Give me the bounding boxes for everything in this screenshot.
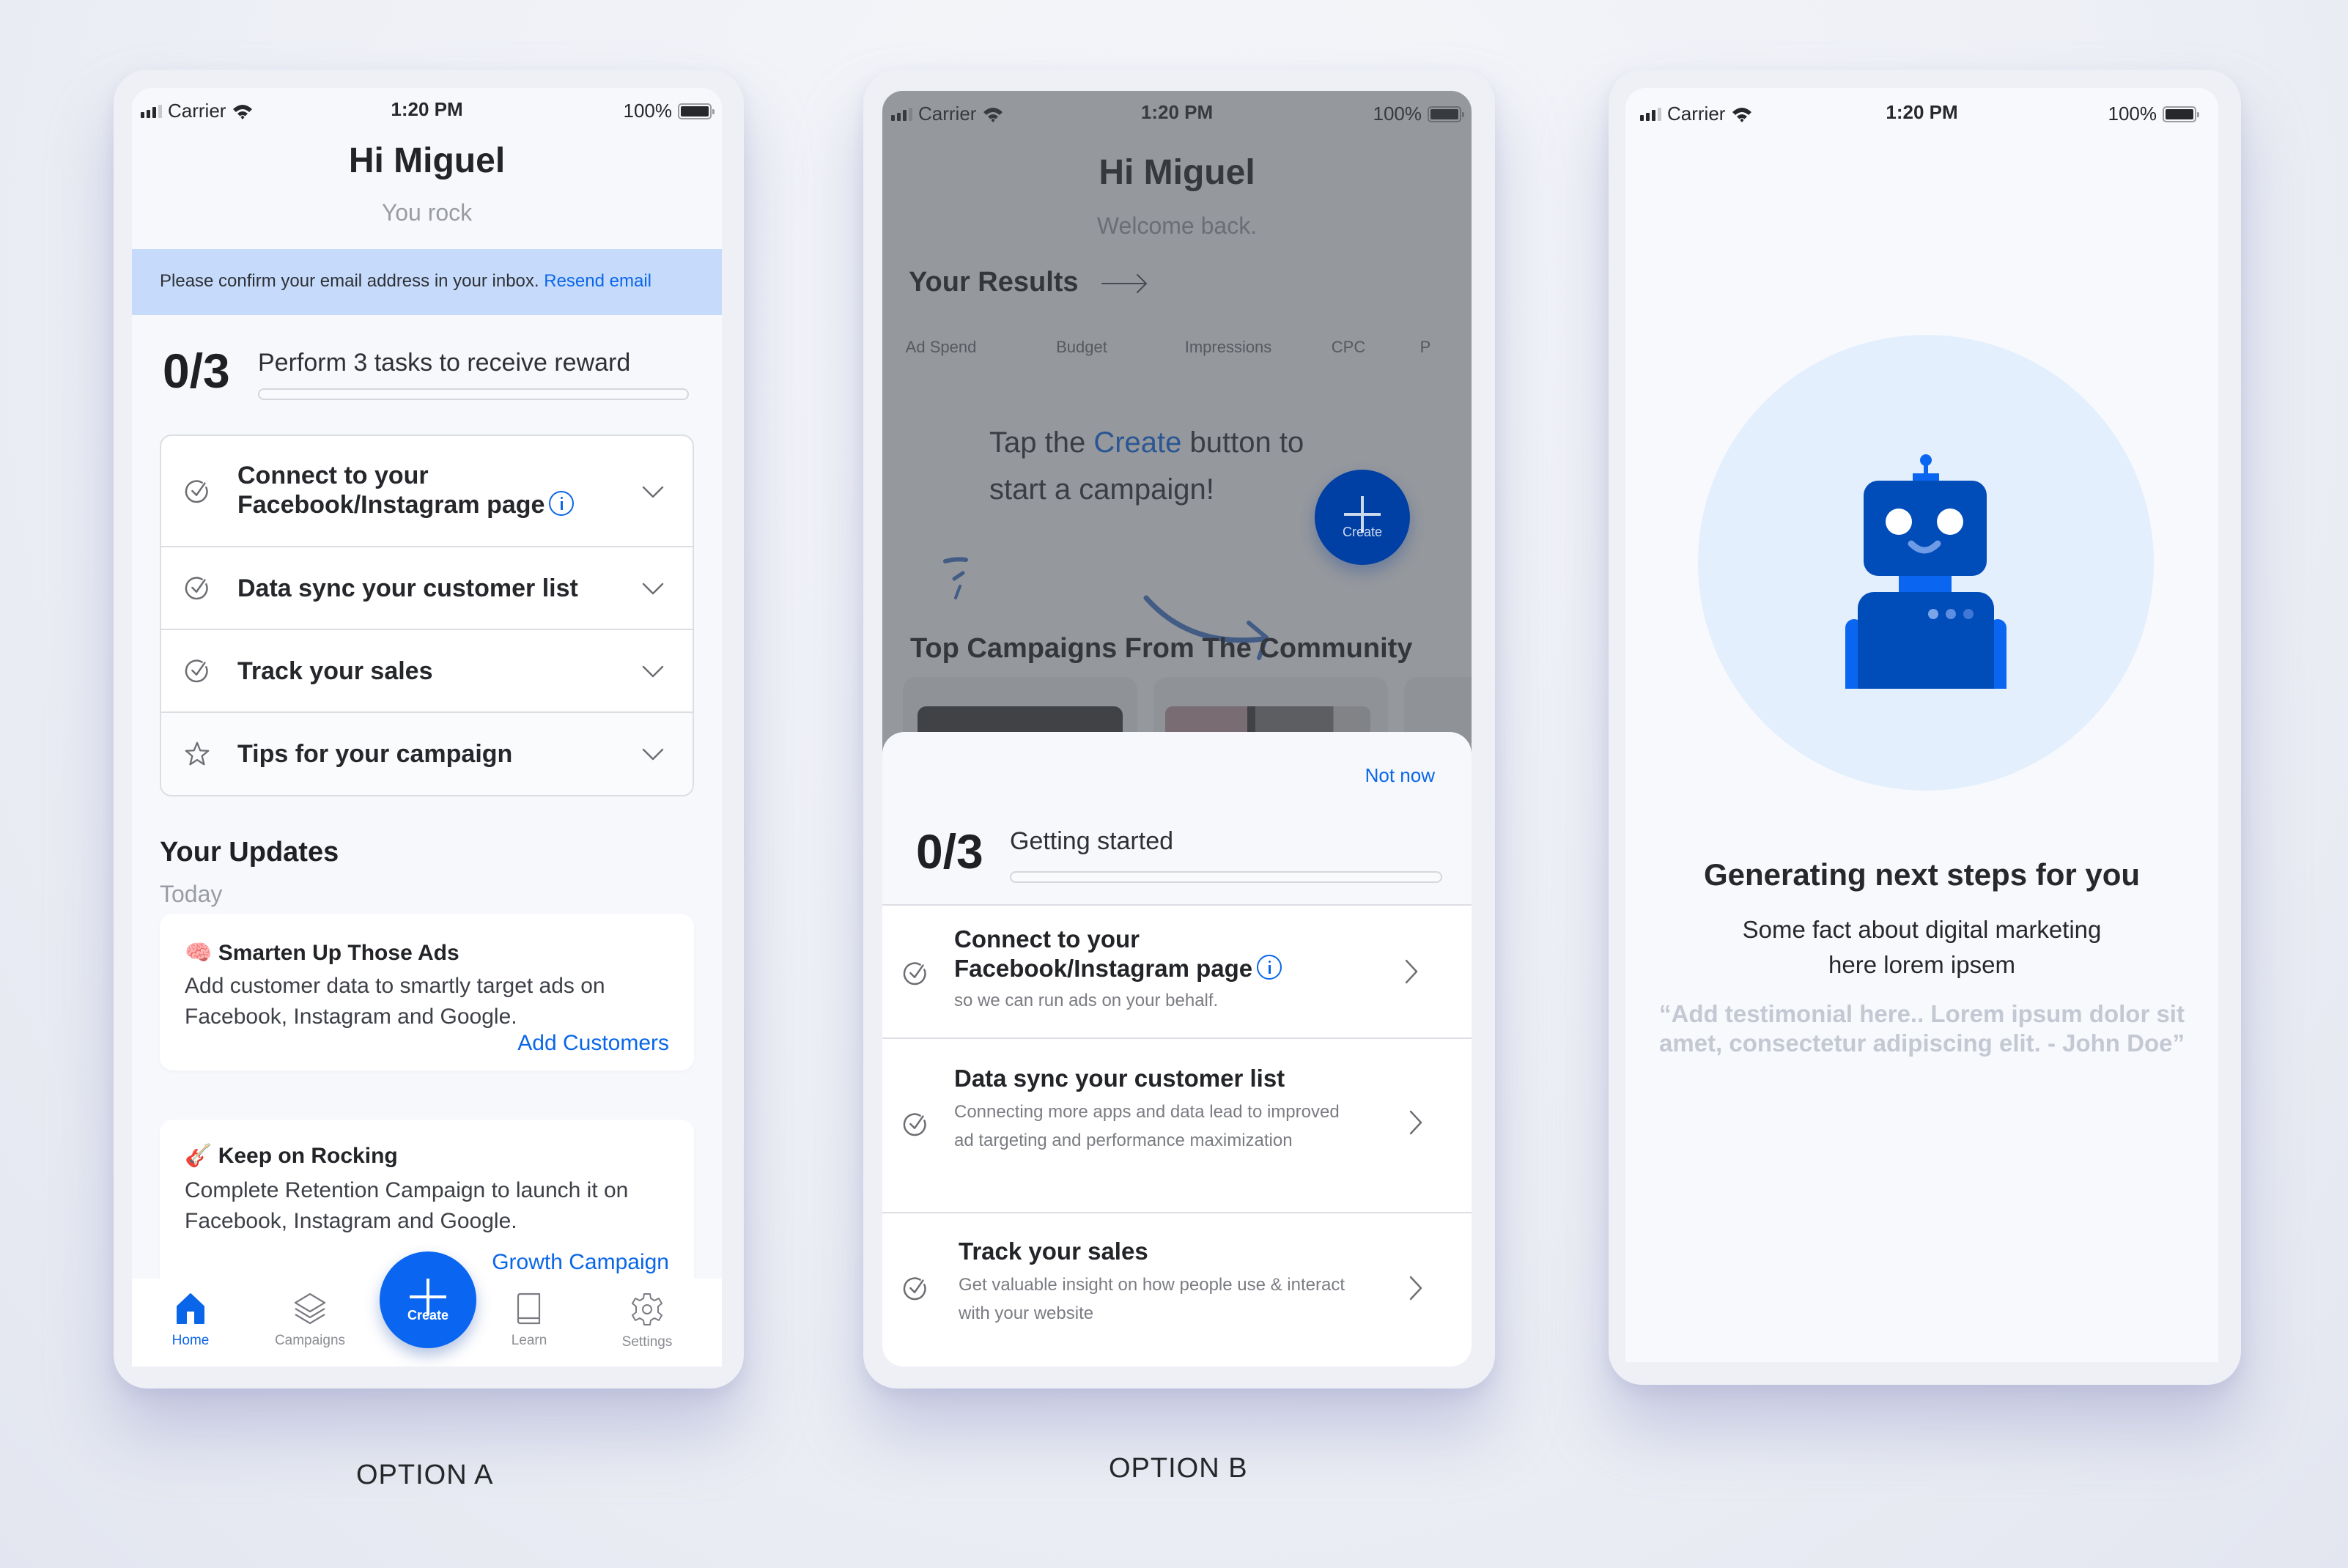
check-circle-icon [183,657,211,685]
phone-screen-option-b: Carrier 1:20 PM 100% Hi Miguel Welcome b… [882,91,1472,1367]
task-description: Get valuable insight on how people use &… [959,1275,1345,1323]
battery-icon [2163,106,2199,122]
getting-started-sheet: Not now 0/3 Getting started Connect to y… [882,732,1472,1367]
testimonial-quote: “Add testimonial here.. Lorem ipsum dolo… [1659,1000,2185,1057]
progress-bar [258,388,689,400]
chevron-right-icon[interactable] [1407,1275,1425,1301]
info-icon[interactable] [549,491,575,517]
robot-icon [1845,454,2006,689]
check-circle-icon [901,1275,929,1303]
chevron-down-icon[interactable] [641,742,665,766]
task-title: Track your sales [959,1238,1148,1265]
task-row-connect[interactable]: Connect to your Facebook/Instagram page [161,436,693,547]
progress-label: Getting started [1010,827,1174,855]
update-card-title: Smarten Up Those Ads [218,941,459,965]
not-now-button[interactable]: Not now [1365,764,1435,787]
chevron-right-icon[interactable] [1403,958,1420,985]
task-title-line1: Connect to your [954,925,1140,953]
chevron-down-icon[interactable] [641,480,665,503]
updates-date: Today [160,881,223,907]
progress-count: 0/3 [163,344,230,398]
layers-icon [294,1293,326,1325]
check-circle-icon [183,478,211,506]
update-card-body: Add customer data to smartly target ads … [185,974,605,1029]
task-title: Data sync your customer list [237,574,578,602]
task-row-track-sales[interactable]: Track your sales Get valuable insight on… [882,1212,1472,1367]
brain-icon: 🧠 [185,941,213,965]
battery-percent: 100% [2108,103,2157,125]
greeting-subtitle: You rock [381,199,473,226]
tab-label: Settings [621,1334,673,1350]
task-list: Connect to your Facebook/Instagram page … [160,434,694,796]
chevron-right-icon[interactable] [1407,1109,1425,1136]
chevron-down-icon[interactable] [641,659,665,683]
tab-label: Learn [511,1333,547,1348]
updates-heading: Your Updates [160,837,339,868]
progress-count: 0/3 [916,824,983,879]
task-row-track-sales[interactable]: Track your sales [161,630,693,713]
status-bar: Carrier 1:20 PM 100% [132,88,722,132]
task-title: Tips for your campaign [237,740,513,768]
growth-campaign-link[interactable]: Growth Campaign [492,1250,669,1275]
generating-heading: Generating next steps for you [1703,857,2141,892]
update-card: 🧠 Smarten Up Those Ads Add customer data… [160,914,694,1070]
greeting-title: Hi Miguel [348,141,506,180]
check-circle-icon [183,574,211,602]
phone-screen-option-a: Carrier 1:20 PM 100% Hi Miguel You rock … [132,88,722,1367]
task-row-data-sync[interactable]: Data sync your customer list [161,547,693,630]
tab-learn[interactable]: Learn [485,1292,573,1349]
task-description: so we can run ads on your behalf. [954,991,1219,1010]
option-a-label: OPTION A [356,1460,494,1490]
book-icon [517,1293,541,1325]
tab-home[interactable]: Home [147,1292,235,1349]
task-title: Data sync your customer list [954,1065,1285,1092]
create-label: Create [407,1307,449,1323]
banner-text: Please confirm your email address in you… [160,271,539,291]
email-confirm-banner: Please confirm your email address in you… [132,249,722,315]
task-row-connect[interactable]: Connect to your Facebook/Instagram page … [882,904,1472,1038]
star-icon [183,740,211,768]
progress-bar [1010,871,1442,883]
update-card-title: Keep on Rocking [218,1144,398,1168]
tab-campaigns[interactable]: Campaigns [266,1292,354,1349]
task-row-tips[interactable]: Tips for your campaign [161,713,693,795]
info-icon[interactable] [1257,955,1282,980]
task-description: Connecting more apps and data lead to im… [954,1102,1340,1150]
add-customers-link[interactable]: Add Customers [517,1031,669,1056]
task-title-line1: Connect to your [237,462,429,489]
update-card-body: Complete Retention Campaign to launch it… [185,1178,629,1233]
create-fab[interactable]: Create [380,1251,476,1348]
home-icon [177,1293,204,1324]
marketing-fact: Some fact about digital marketing here l… [1742,916,2102,978]
gear-icon [632,1293,662,1325]
guitar-icon: 🎸 [185,1144,213,1168]
option-b-label: OPTION B [1109,1453,1248,1484]
resend-email-link[interactable]: Resend email [544,271,651,291]
battery-percent: 100% [623,100,673,122]
create-label: Create [1342,525,1383,540]
create-fab-highlighted[interactable]: Create [1315,470,1410,565]
status-bar: Carrier 1:20 PM 100% [1625,91,2218,135]
task-row-data-sync[interactable]: Data sync your customer list Connecting … [882,1038,1472,1212]
progress-label: Perform 3 tasks to receive reward [258,349,631,377]
check-circle-icon [901,1111,929,1139]
phone-screen-option-c: Carrier 1:20 PM 100% Generating next ste… [1625,88,2218,1362]
check-circle-icon [901,960,929,988]
chevron-down-icon[interactable] [641,577,665,600]
task-title-line2: Facebook/Instagram page [954,955,1253,982]
battery-icon [678,103,715,119]
task-title-line2: Facebook/Instagram page [237,491,545,519]
task-title: Track your sales [237,657,433,685]
tab-settings[interactable]: Settings [603,1292,691,1350]
tab-label: Home [171,1333,210,1348]
tab-label: Campaigns [274,1333,346,1348]
